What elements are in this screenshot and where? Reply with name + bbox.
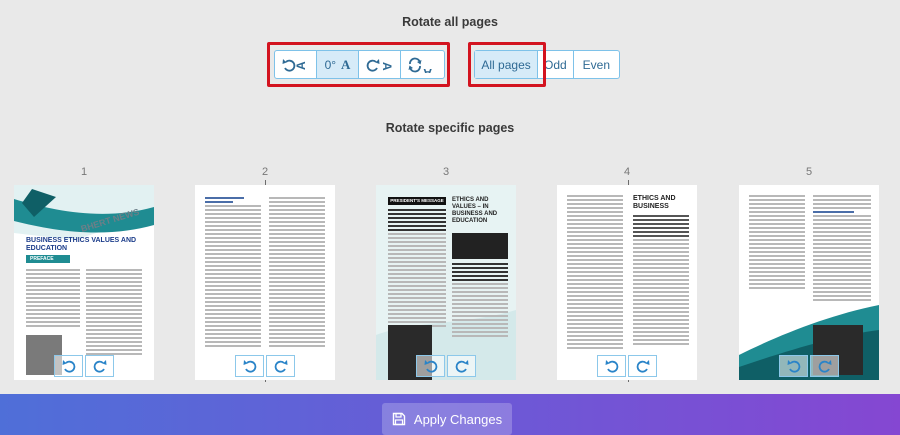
page-1-heading: BUSINESS ETHICS VALUES AND EDUCATION [26, 237, 137, 252]
flip-icon: A [408, 57, 432, 73]
rotate-left-all-button[interactable]: A [275, 51, 317, 78]
page-number-1: 1 [80, 166, 88, 178]
rotate-left-icon [62, 360, 75, 373]
rotate-left-icon [787, 360, 800, 373]
page-3-photo-small [452, 233, 508, 259]
rotate-left-page-5[interactable] [779, 355, 808, 377]
rotate-right-page-5[interactable] [810, 355, 839, 377]
page-selection-group: All pages Odd Even [474, 50, 620, 79]
rotate-left-page-4[interactable] [597, 355, 626, 377]
rotate-left-page-1[interactable] [54, 355, 83, 377]
rotate-right-icon [274, 360, 287, 373]
rotate-right-page-4[interactable] [628, 355, 657, 377]
rotate-right-icon [455, 360, 468, 373]
rotate-right-icon: A [366, 58, 394, 72]
rotate-right-page-2[interactable] [266, 355, 295, 377]
rotate-right-page-3[interactable] [447, 355, 476, 377]
svg-text:A: A [294, 61, 308, 70]
rotate-right-page-1[interactable] [85, 355, 114, 377]
page-5-column-left [749, 195, 805, 291]
page-5-column-right [813, 195, 871, 303]
page-thumbnail-2[interactable] [195, 185, 335, 380]
page-2-column-left [205, 197, 261, 349]
page-1-column-left [26, 269, 80, 329]
page-number-5: 5 [805, 166, 813, 178]
rotate-zero-button[interactable]: 0° A [317, 51, 359, 78]
rotate-left-icon [424, 360, 437, 373]
page-3-column-right [452, 263, 508, 339]
page-thumbnail-1[interactable]: BHERT NEWS BUSINESS ETHICS VALUES AND ED… [14, 185, 154, 380]
page-1-column-right [86, 269, 142, 357]
page-3-column-left [388, 209, 446, 329]
apply-changes-button[interactable]: Apply Changes [382, 403, 512, 435]
page-number-4: 4 [623, 166, 631, 178]
save-icon [392, 412, 406, 426]
even-pages-button[interactable]: Even [574, 51, 619, 78]
page-4-heading: ETHICS AND BUSINESS [633, 195, 676, 210]
page-thumbnail-5[interactable] [739, 185, 879, 380]
footer-bar: Apply Changes [0, 394, 900, 435]
rotate-all-title: Rotate all pages [402, 15, 498, 29]
page-thumbnail-4[interactable]: ETHICS AND BUSINESS [557, 185, 697, 380]
odd-pages-button[interactable]: Odd [538, 51, 574, 78]
page-number-3: 3 [442, 166, 450, 178]
svg-text:A: A [423, 66, 432, 73]
page-number-2: 2 [261, 166, 269, 178]
glyph-a: A [341, 56, 351, 72]
page-3-heading: ETHICS AND VALUES – IN BUSINESS AND EDUC… [452, 197, 498, 224]
rotate-zero-label: 0° [324, 57, 337, 72]
all-pages-button[interactable]: All pages [475, 51, 539, 78]
page-2-column-right [269, 197, 325, 349]
rotate-all-button-group: A 0° A A A [274, 50, 445, 79]
rotate-right-all-button[interactable]: A [359, 51, 401, 78]
rotate-left-icon [605, 360, 618, 373]
apply-changes-label: Apply Changes [413, 411, 503, 427]
page-4-column-left [567, 195, 623, 351]
rotate-left-icon [243, 360, 256, 373]
rotate-left-page-3[interactable] [416, 355, 445, 377]
rotate-left-icon: A [282, 58, 308, 72]
rotate-right-icon [818, 360, 831, 373]
rotate-right-icon [636, 360, 649, 373]
page-4-column-right [633, 215, 689, 347]
rotate-left-page-2[interactable] [235, 355, 264, 377]
rotate-specific-title: Rotate specific pages [385, 121, 515, 135]
svg-text:A: A [380, 62, 394, 71]
rotate-right-icon [93, 360, 106, 373]
page-thumbnail-3[interactable]: PRESIDENT'S MESSAGE ETHICS AND VALUES – … [376, 185, 516, 380]
page-3-banner: PRESIDENT'S MESSAGE [388, 197, 446, 205]
page-1-band: PREFACE [26, 255, 70, 263]
flip-all-button[interactable]: A [401, 51, 443, 78]
